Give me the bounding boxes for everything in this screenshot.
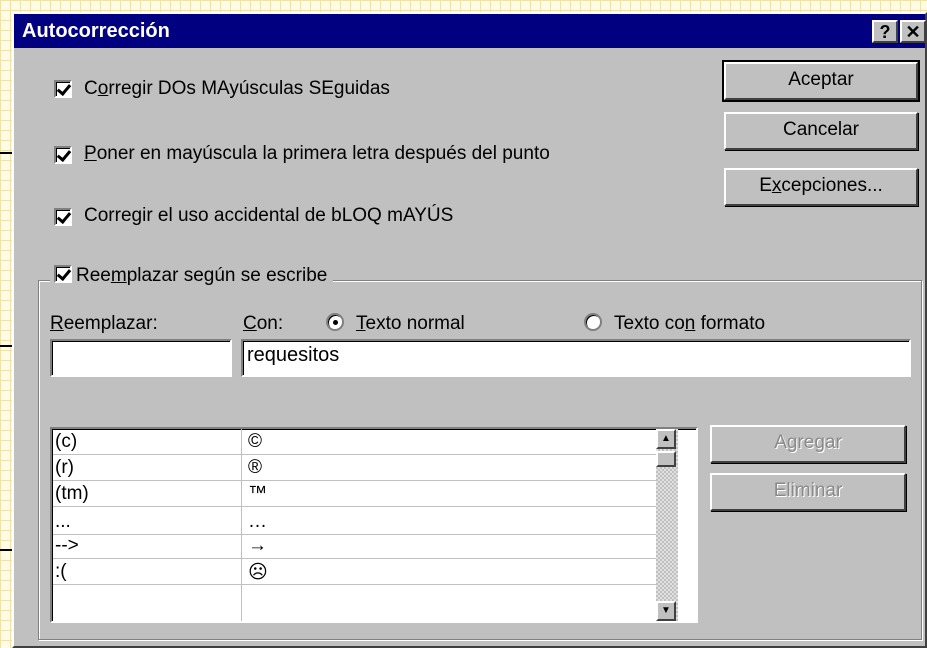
- scroll-down-button[interactable]: ▼: [656, 601, 676, 621]
- close-button[interactable]: ✕: [900, 20, 926, 43]
- list-item[interactable]: (r) ®: [53, 455, 657, 481]
- add-button[interactable]: Agregar: [710, 425, 906, 463]
- replace-label: Reemplazar:: [50, 313, 158, 334]
- option-capitalize-sentence-label: Poner en mayúscula la primera letra desp…: [84, 143, 550, 164]
- entry-from: :(: [55, 561, 67, 582]
- scroll-up-button[interactable]: ▲: [656, 429, 676, 449]
- checkbox-replace-as-you-type[interactable]: [54, 265, 72, 283]
- with-label: Con:: [243, 313, 284, 334]
- exceptions-button[interactable]: Excepciones...: [724, 168, 918, 206]
- title-bar: Autocorrección ? ✕: [14, 14, 926, 48]
- checkbox-capitalize-sentence[interactable]: [54, 146, 72, 164]
- entry-from: -->: [55, 535, 79, 556]
- help-button[interactable]: ?: [872, 20, 898, 43]
- list-item[interactable]: (tm) ™: [53, 481, 657, 507]
- entry-to: ©: [248, 431, 262, 452]
- entry-from: (tm): [55, 483, 89, 504]
- list-item[interactable]: ... …: [53, 509, 657, 535]
- entry-to: ☹: [248, 562, 268, 583]
- list-item[interactable]: :( ☹: [53, 559, 657, 585]
- cancel-button[interactable]: Cancelar: [724, 112, 918, 150]
- list-item[interactable]: (c) ©: [53, 429, 657, 455]
- entry-from: ...: [55, 511, 71, 532]
- scroll-thumb[interactable]: [656, 451, 676, 467]
- entry-to: ®: [248, 457, 262, 478]
- close-icon: ✕: [905, 22, 921, 42]
- replace-group-title: Reemplazar según se escribe: [50, 263, 334, 287]
- option-caps-lock-label: Corregir el uso accidental de bLOQ mAYÚS: [84, 205, 454, 226]
- replace-group-label: Reemplazar según se escribe: [76, 265, 328, 286]
- triangle-down-icon: ▼: [661, 605, 671, 616]
- autocorrect-entries-list[interactable]: (c) © (r) ® (tm) ™ ... … --> → :( ☹ ▲ ▼: [50, 427, 698, 623]
- accept-button[interactable]: Aceptar: [722, 60, 920, 102]
- plain-text-label: Texto normal: [356, 313, 465, 334]
- entry-to: →: [248, 535, 267, 556]
- entry-to: …: [248, 511, 267, 532]
- replace-input[interactable]: [50, 339, 232, 377]
- entry-from: (c): [55, 431, 78, 452]
- formatted-text-label: Texto con formato: [614, 313, 766, 334]
- autocorrect-dialog: Autocorrección ? ✕ Corregir DOs MAyúscul…: [12, 12, 927, 648]
- checkbox-two-initial-capitals[interactable]: [54, 80, 72, 98]
- checkbox-caps-lock[interactable]: [54, 208, 72, 226]
- entry-from: (r): [55, 457, 74, 478]
- window-title: Autocorrección: [22, 20, 170, 42]
- delete-button[interactable]: Eliminar: [710, 473, 906, 511]
- entry-to: ™: [248, 483, 267, 504]
- list-item[interactable]: --> →: [53, 533, 657, 559]
- radio-plain-text[interactable]: [326, 313, 344, 331]
- radio-formatted-text[interactable]: [584, 313, 602, 331]
- list-scrollbar[interactable]: ▲ ▼: [656, 429, 678, 621]
- option-two-initial-capitals-label: Corregir DOs MAyúsculas SEguidas: [84, 78, 390, 99]
- with-input[interactable]: requesitos: [241, 339, 911, 377]
- triangle-up-icon: ▲: [661, 433, 671, 444]
